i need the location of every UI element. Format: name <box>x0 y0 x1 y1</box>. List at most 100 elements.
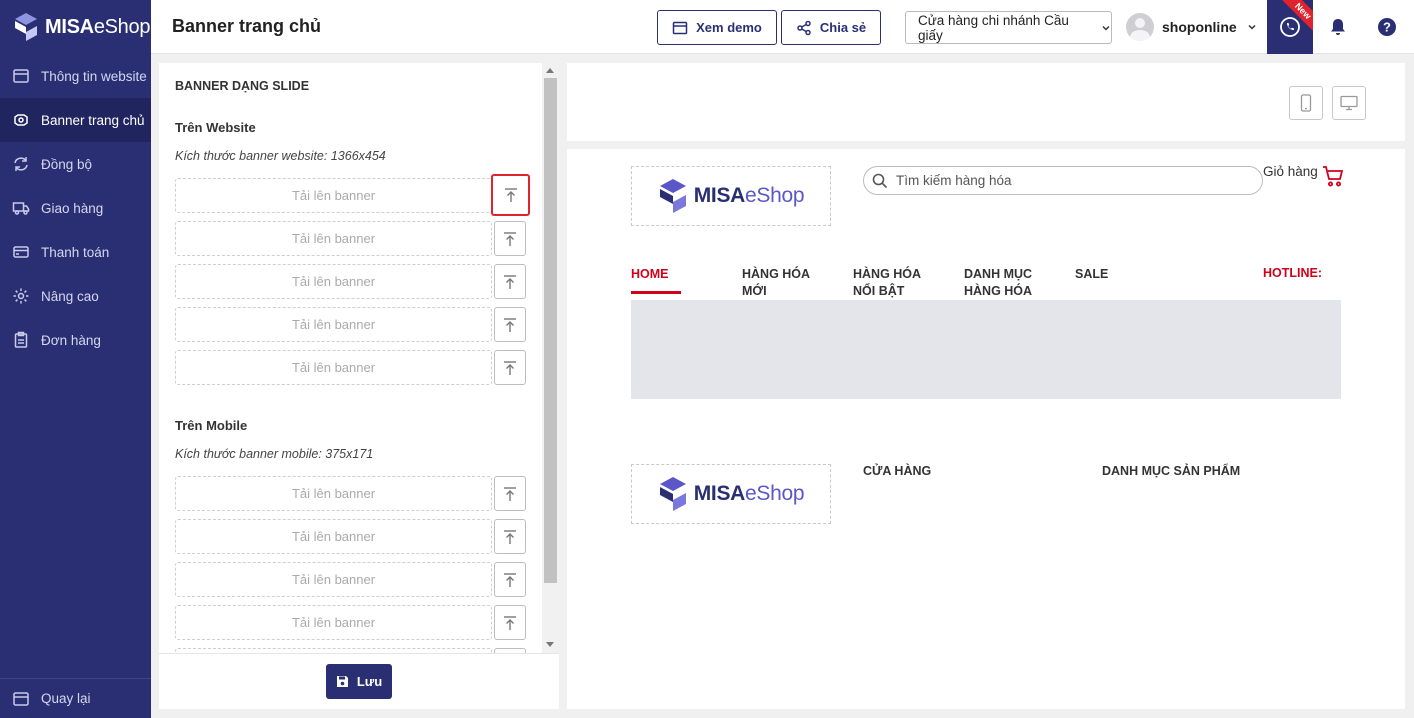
footer-store-heading: CỬA HÀNG <box>863 464 932 478</box>
upload-icon <box>504 486 516 501</box>
mobile-banner-row: Tải lên banner <box>175 476 526 511</box>
brand-logo[interactable]: MISAeShop <box>0 0 151 54</box>
banner-upload-field[interactable]: Tải lên banner <box>175 221 492 256</box>
gear-icon <box>13 288 29 304</box>
upload-icon <box>504 529 516 544</box>
scroll-up-arrow-icon[interactable] <box>546 68 554 73</box>
save-button[interactable]: Lưu <box>326 664 392 699</box>
upload-icon <box>504 188 517 202</box>
preview-menu-featured[interactable]: HÀNG HÓA NỔI BẬT <box>853 266 921 300</box>
support-call-button[interactable]: New <box>1267 0 1313 54</box>
shopping-cart-icon <box>1322 166 1343 187</box>
upload-button[interactable] <box>494 221 526 256</box>
upload-button[interactable] <box>494 264 526 299</box>
mobile-banner-row: Tải lên banner <box>175 562 526 597</box>
preview-menu-sale[interactable]: SALE <box>1075 266 1108 283</box>
upload-button[interactable] <box>494 476 526 511</box>
scroll-down-arrow-icon[interactable] <box>546 642 554 647</box>
preview-menu-home[interactable]: HOME <box>631 266 681 294</box>
sidebar-item-label: Đồng bộ <box>41 156 93 172</box>
share-button[interactable]: Chia sẻ <box>781 10 881 45</box>
preview-search[interactable] <box>863 166 1263 195</box>
banner-upload-field[interactable]: Tải lên banner <box>175 178 492 213</box>
upload-button[interactable] <box>494 562 526 597</box>
banner-settings-scroll[interactable]: BANNER DẠNG SLIDE Trên Website Kích thướ… <box>159 63 542 653</box>
banner-upload-field[interactable]: Tải lên banner <box>175 350 492 385</box>
mobile-heading: Trên Mobile <box>175 418 248 433</box>
section-heading: BANNER DẠNG SLIDE <box>175 79 310 93</box>
sidebar-item-payment[interactable]: Thanh toán <box>0 230 151 274</box>
desktop-view-button[interactable] <box>1332 86 1366 120</box>
website-heading: Trên Website <box>175 120 256 135</box>
branch-select[interactable]: Cửa hàng chi nhánh Cầu giấy <box>905 11 1112 44</box>
share-icon <box>797 20 811 35</box>
user-menu[interactable]: shoponline <box>1126 12 1259 42</box>
banner-upload-field[interactable]: Tải lên banner <box>175 562 492 597</box>
upload-button[interactable] <box>494 605 526 640</box>
menu-line: HÀNG HÓA <box>853 267 922 281</box>
user-name: shoponline <box>1162 19 1237 35</box>
sidebar-item-banner[interactable]: Banner trang chủ <box>0 98 151 142</box>
browser-window-icon <box>13 691 29 706</box>
banner-upload-field[interactable]: Tải lên banner <box>175 307 492 342</box>
chevron-down-icon <box>1102 25 1110 31</box>
cart-link[interactable]: Giỏ hàng <box>1263 164 1344 188</box>
upload-button[interactable] <box>494 307 526 342</box>
back-button[interactable]: Quay lại <box>0 678 151 718</box>
menu-line: HÀNG HÓA <box>964 284 1033 298</box>
mobile-banner-row: Tải lên banner <box>175 519 526 554</box>
preview-footer-logo: MISAeShop <box>631 464 831 524</box>
sidebar-item-website-info[interactable]: Thông tin website <box>0 54 151 98</box>
banner-upload-field[interactable]: Tải lên banner <box>175 605 492 640</box>
chevron-down-icon <box>1248 24 1256 30</box>
view-demo-button[interactable]: Xem demo <box>657 10 777 45</box>
sidebar-item-shipping[interactable]: Giao hàng <box>0 186 151 230</box>
website-banner-row: Tải lên banner <box>175 350 526 385</box>
branch-select-value: Cửa hàng chi nhánh Cầu giấy <box>918 12 1069 43</box>
banner-icon <box>14 114 28 126</box>
upload-icon <box>504 360 516 375</box>
sidebar-item-label: Thanh toán <box>41 244 110 260</box>
upload-button[interactable] <box>494 350 526 385</box>
sidebar-item-advanced[interactable]: Nâng cao <box>0 274 151 318</box>
preview-menu-categories[interactable]: DANH MỤC HÀNG HÓA <box>964 266 1032 300</box>
upload-icon <box>504 615 516 630</box>
sidebar-item-sync[interactable]: Đồng bộ <box>0 142 151 186</box>
page-title: Banner trang chủ <box>172 16 322 36</box>
website-banner-row: Tải lên banner <box>175 221 526 256</box>
banner-upload-field[interactable]: Tải lên banner <box>175 519 492 554</box>
misa-logo-icon <box>659 179 686 213</box>
search-icon <box>872 173 888 188</box>
bell-icon <box>1331 19 1345 35</box>
website-banner-row: Tải lên banner <box>175 307 526 342</box>
search-input[interactable] <box>896 173 1246 188</box>
upload-button[interactable] <box>494 519 526 554</box>
upload-icon <box>504 572 516 587</box>
notifications-button[interactable] <box>1325 14 1351 40</box>
sidebar-item-label: Nâng cao <box>41 288 99 304</box>
misa-logo-icon <box>15 13 37 41</box>
banner-upload-field[interactable]: Tải lên banner <box>175 476 492 511</box>
footer-categories-heading: DANH MỤC SẢN PHẨM <box>1102 464 1241 478</box>
preview-header-logo[interactable]: MISAeShop <box>631 166 831 226</box>
sidebar-item-orders[interactable]: Đơn hàng <box>0 318 151 362</box>
upload-button[interactable] <box>491 174 530 216</box>
help-button[interactable]: ? <box>1374 14 1400 40</box>
mobile-phone-icon <box>1300 94 1312 112</box>
logo-text: MISAeShop <box>693 482 805 505</box>
phone-support-icon <box>1280 17 1300 37</box>
svg-text:?: ? <box>1383 20 1391 35</box>
mobile-view-button[interactable] <box>1289 86 1323 120</box>
upload-icon <box>504 317 516 332</box>
upload-icon <box>504 231 516 246</box>
desktop-monitor-icon <box>1340 95 1358 111</box>
view-demo-label: Xem demo <box>696 20 762 35</box>
sidebar-item-label: Banner trang chủ <box>41 112 145 128</box>
panel-scrollbar[interactable] <box>542 63 559 653</box>
brand-name: MISAeShop <box>45 15 151 38</box>
menu-line: HÀNG HÓA <box>742 267 811 281</box>
banner-settings-panel: BANNER DẠNG SLIDE Trên Website Kích thướ… <box>159 63 559 709</box>
scroll-thumb[interactable] <box>544 78 557 583</box>
preview-menu-new-products[interactable]: HÀNG HÓA MỚI <box>742 266 810 300</box>
banner-upload-field[interactable]: Tải lên banner <box>175 264 492 299</box>
